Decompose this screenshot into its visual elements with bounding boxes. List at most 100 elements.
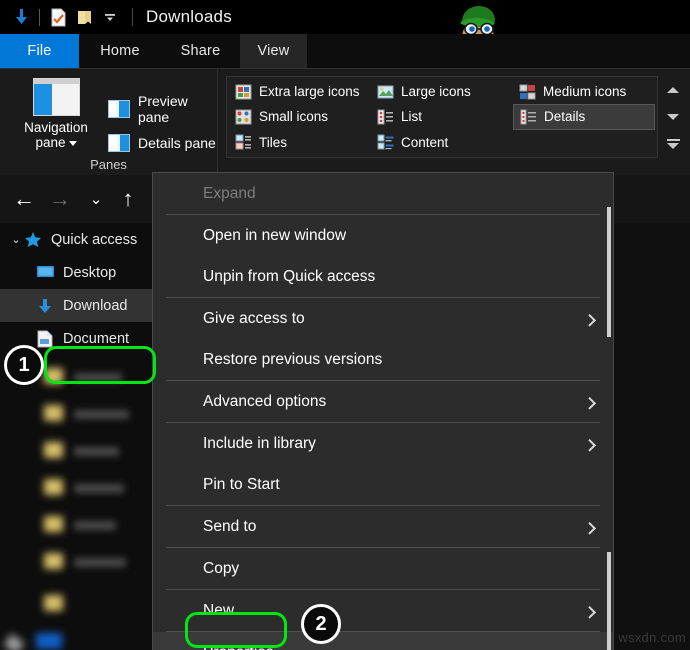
context-menu-item-send-to[interactable]: Send to [153, 506, 613, 547]
context-menu-item-restore-previous-versions[interactable]: Restore previous versions [153, 339, 613, 380]
extra-large-icons-icon [235, 84, 252, 100]
context-menu-item-unpin-from-quick-access-label: Unpin from Quick access [203, 267, 376, 285]
layout-list-label: List [401, 109, 423, 125]
title-divider [132, 8, 133, 26]
ribbon-group-panes: Navigation pane Preview pane Details pan… [0, 69, 218, 176]
context-menu-scrollbar[interactable] [607, 177, 611, 650]
layout-list[interactable]: List [371, 104, 513, 129]
layout-content-label: Content [401, 134, 449, 150]
title-bar: Downloads [0, 0, 690, 34]
chevron-down-icon[interactable] [68, 140, 77, 146]
gallery-scroll-controls [662, 77, 684, 157]
navigation-pane: ⌄ Quick access Desktop Download Document [0, 223, 152, 650]
context-menu-item-advanced-options[interactable]: Advanced options [153, 381, 613, 422]
tab-file[interactable]: File [0, 34, 79, 68]
gallery-scroll-down-button[interactable] [663, 107, 683, 127]
window-title: Downloads [146, 7, 232, 26]
tab-view[interactable]: View [240, 34, 307, 68]
context-menu-item-give-access-to[interactable]: Give access to [153, 298, 613, 339]
layout-tiles-label: Tiles [259, 134, 288, 150]
details-pane-button[interactable]: Details pane [108, 134, 216, 152]
customize-toolbar-chevron-icon[interactable] [97, 4, 123, 30]
preview-pane-label: Preview pane [138, 93, 188, 125]
context-menu: Expand Open in new window Unpin from Qui… [152, 172, 614, 650]
context-menu-item-open-in-new-window-label: Open in new window [203, 226, 347, 244]
layout-medium-icons[interactable]: Medium icons [513, 79, 655, 104]
watermark: wsxdn.com [618, 630, 686, 645]
submenu-arrow-icon [583, 521, 597, 535]
context-menu-item-copy-label: Copy [203, 559, 240, 577]
context-menu-item-properties-label: Properties [203, 644, 274, 650]
list-icon [377, 109, 394, 125]
context-menu-item-send-to-label: Send to [203, 517, 257, 535]
context-menu-item-properties[interactable]: Properties [153, 632, 613, 650]
layout-details-label: Details [544, 109, 586, 125]
properties-doc-icon[interactable] [45, 4, 71, 30]
context-menu-item-give-access-to-label: Give access to [203, 309, 305, 327]
annotation-badge-2: 2 [301, 604, 341, 644]
panes-group-label: Panes [90, 157, 127, 172]
layout-extra-large-icons-label: Extra large icons [259, 84, 360, 100]
preview-pane-icon [108, 100, 130, 118]
context-menu-item-pin-to-start[interactable]: Pin to Start [153, 464, 613, 505]
scrollbar-thumb[interactable] [607, 207, 611, 337]
navigation-pane-button[interactable]: Navigation pane [13, 78, 99, 154]
tiles-icon [235, 134, 252, 150]
context-menu-item-advanced-options-label: Advanced options [203, 392, 327, 410]
context-menu-item-pin-to-start-label: Pin to Start [203, 475, 280, 493]
recent-locations-button[interactable]: ⌄ [80, 184, 112, 214]
layout-large-icons[interactable]: Large icons [371, 79, 513, 104]
layout-large-icons-label: Large icons [401, 84, 471, 100]
scrollbar-thumb[interactable] [607, 552, 611, 650]
content-icon [377, 134, 394, 150]
navigation-pane-icon [32, 78, 80, 116]
submenu-arrow-icon [583, 396, 597, 410]
ribbon-tabs: File Home Share View [0, 34, 690, 68]
forward-button[interactable]: → [44, 184, 76, 214]
layout-extra-large-icons[interactable]: Extra large icons [229, 79, 371, 104]
context-menu-item-unpin-from-quick-access[interactable]: Unpin from Quick access [153, 256, 613, 297]
context-menu-item-open-in-new-window[interactable]: Open in new window [153, 215, 613, 256]
annotation-badge-1: 1 [4, 345, 44, 385]
up-button[interactable]: ↑ [112, 184, 144, 214]
back-button[interactable]: ← [8, 184, 40, 214]
details-pane-icon [108, 134, 130, 152]
context-menu-item-new-label: New [203, 601, 235, 619]
navigation-pane-label-line2: pane [35, 135, 66, 150]
context-menu-item-new[interactable]: New [153, 590, 613, 631]
layout-small-icons[interactable]: Small icons [229, 104, 371, 129]
context-menu-item-include-in-library[interactable]: Include in library [153, 423, 613, 464]
layout-medium-icons-label: Medium icons [543, 84, 627, 100]
layout-details[interactable]: Details [513, 104, 655, 130]
tab-home[interactable]: Home [79, 34, 161, 68]
medium-icons-icon [519, 84, 536, 100]
quick-access-toolbar [0, 4, 133, 30]
context-menu-item-include-in-library-label: Include in library [203, 434, 316, 452]
details-icon [520, 109, 537, 125]
file-explorer-window: Downloads File Home Share View Navigatio… [0, 0, 690, 650]
folder-icon[interactable] [71, 4, 97, 30]
layout-small-icons-label: Small icons [259, 109, 329, 125]
layout-tiles[interactable]: Tiles [229, 130, 371, 155]
download-arrow-icon[interactable] [8, 4, 34, 30]
tab-share[interactable]: Share [161, 34, 240, 68]
submenu-arrow-icon [583, 313, 597, 327]
submenu-arrow-icon [583, 605, 597, 619]
submenu-arrow-icon [583, 438, 597, 452]
gallery-expand-button[interactable] [663, 134, 683, 154]
layout-content[interactable]: Content [371, 130, 513, 155]
blurred-file-entries [0, 223, 152, 650]
ribbon-body: Navigation pane Preview pane Details pan… [0, 68, 690, 176]
context-menu-item-expand[interactable]: Expand [153, 173, 613, 214]
navigation-pane-label: Navigation pane [24, 120, 88, 150]
ribbon-group-layout: Extra large icons Large icons Medium ico… [219, 69, 690, 176]
context-menu-item-restore-previous-versions-label: Restore previous versions [203, 350, 383, 368]
preview-pane-button[interactable]: Preview pane [108, 93, 217, 125]
small-icons-icon [235, 109, 252, 125]
context-menu-item-copy[interactable]: Copy [153, 548, 613, 589]
navigation-pane-label-line1: Navigation [24, 120, 88, 135]
layout-gallery: Extra large icons Large icons Medium ico… [226, 76, 658, 158]
gallery-scroll-up-button[interactable] [663, 80, 683, 100]
details-pane-label: Details pane [138, 135, 216, 151]
toolbar-divider [39, 8, 40, 26]
